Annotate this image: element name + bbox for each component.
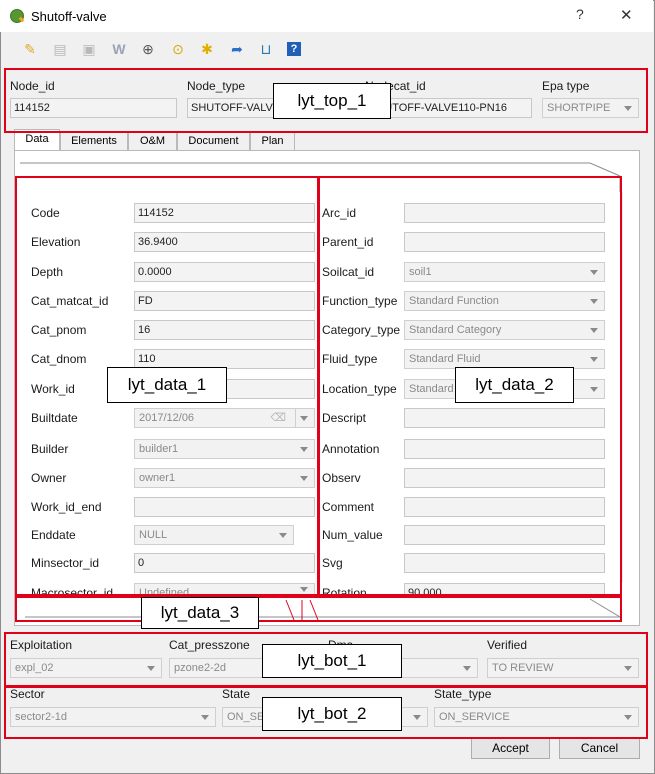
cluster-icon[interactable]: ✱ <box>198 40 216 58</box>
redo-icon[interactable]: ➦ <box>228 40 246 58</box>
tab-document[interactable]: Document <box>177 131 250 150</box>
callout-lyt-top-1: lyt_top_1 <box>273 83 391 119</box>
help-icon[interactable]: ? <box>287 42 301 56</box>
window-title: Shutoff-valve <box>31 9 107 24</box>
help-button[interactable]: ? <box>576 6 584 22</box>
tab-om[interactable]: O&M <box>128 131 177 150</box>
qgis-logo-icon <box>10 9 24 23</box>
callout-lyt-bot-1: lyt_bot_1 <box>262 644 402 678</box>
tab-plan[interactable]: Plan <box>250 131 295 150</box>
close-button[interactable]: ✕ <box>620 6 633 24</box>
tab-elements[interactable]: Elements <box>60 131 128 150</box>
bucket-icon[interactable]: ⊔ <box>257 40 275 58</box>
zoom-icon[interactable]: ⊕ <box>139 40 157 58</box>
callout-lyt-bot-2: lyt_bot_2 <box>262 697 402 731</box>
callout-lyt-data-3: lyt_data_3 <box>141 597 259 629</box>
cancel-button[interactable]: Cancel <box>559 737 640 759</box>
copy-icon[interactable]: ▤ <box>51 40 69 58</box>
callout-lyt-data-1: lyt_data_1 <box>107 367 227 403</box>
lyt-data-3-box <box>15 596 622 622</box>
paste-icon[interactable]: ▣ <box>80 40 98 58</box>
accept-button[interactable]: Accept <box>471 737 550 759</box>
edit-pencil-icon[interactable]: ✎ <box>21 40 39 58</box>
callout-lyt-data-2: lyt_data_2 <box>455 367 574 403</box>
word-icon[interactable]: W <box>110 40 128 58</box>
search-icon[interactable]: ⊙ <box>169 40 187 58</box>
